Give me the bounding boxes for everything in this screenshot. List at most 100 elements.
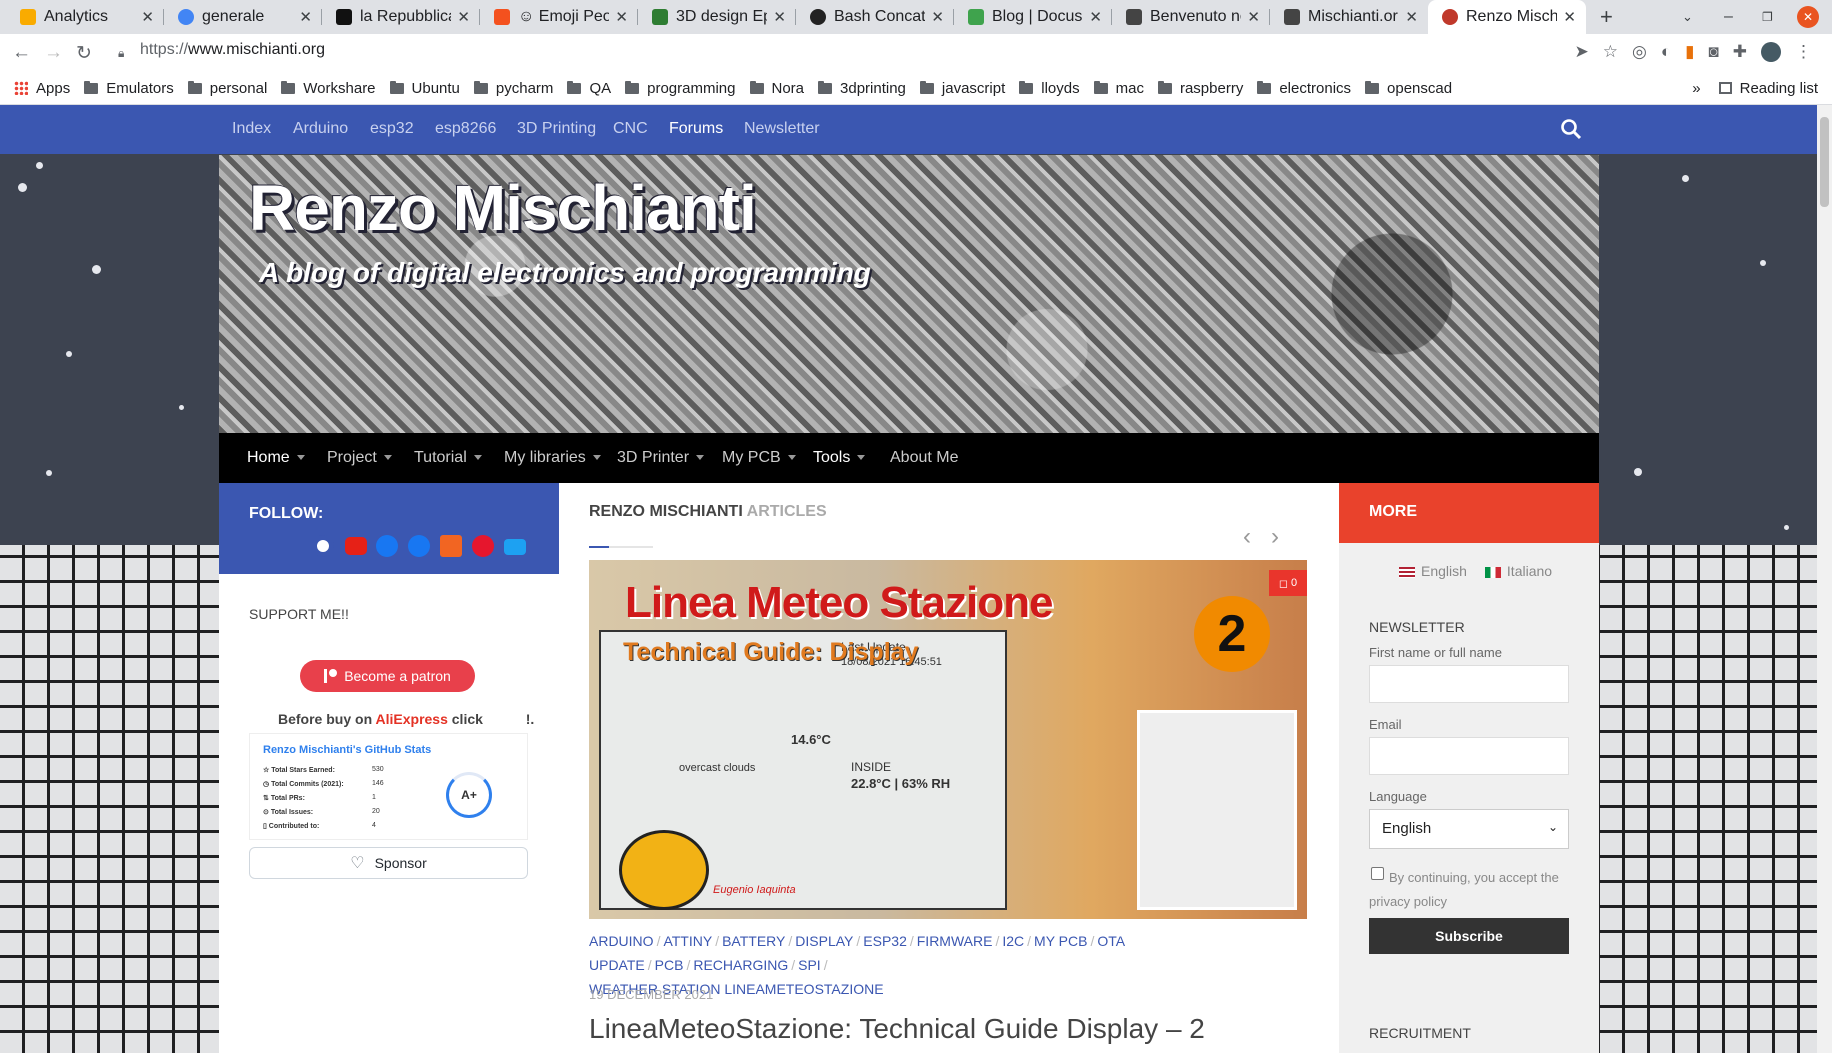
- become-patron-button[interactable]: Become a patron: [300, 660, 475, 692]
- tab-blog-docusaurus[interactable]: Blog | Docusa ✕: [954, 0, 1112, 34]
- tag-link[interactable]: DISPLAY: [795, 933, 853, 949]
- tab-bash[interactable]: Bash Concate ✕: [796, 0, 954, 34]
- close-icon[interactable]: ✕: [1247, 8, 1260, 26]
- bookmark-folder[interactable]: mac: [1093, 80, 1144, 97]
- reload-icon[interactable]: ↻: [76, 42, 92, 65]
- bookmark-folder[interactable]: personal: [187, 80, 267, 97]
- bookmark-folder[interactable]: electronics: [1257, 80, 1351, 97]
- back-icon[interactable]: ←: [12, 42, 31, 64]
- github-icon[interactable]: [312, 535, 334, 557]
- nav-tutorial[interactable]: Tutorial: [414, 449, 482, 467]
- forward-icon[interactable]: →: [44, 42, 63, 64]
- topnav-esp32[interactable]: esp32: [370, 120, 414, 138]
- rss-icon[interactable]: [440, 535, 462, 557]
- topnav-forums[interactable]: Forums: [669, 120, 723, 138]
- bookmark-apps[interactable]: Apps: [14, 80, 70, 97]
- lang-italiano[interactable]: Italiano: [1484, 563, 1552, 579]
- camera-icon[interactable]: ◙: [1708, 42, 1718, 62]
- close-icon[interactable]: ✕: [1405, 8, 1418, 26]
- nav-my-pcb[interactable]: My PCB: [722, 449, 796, 467]
- topnav-arduino[interactable]: Arduino: [293, 120, 348, 138]
- bookmark-folder[interactable]: QA: [567, 80, 611, 97]
- extension-icon[interactable]: ◎: [1632, 42, 1647, 62]
- scrollbar-thumb[interactable]: [1820, 117, 1829, 207]
- bookmark-folder[interactable]: javascript: [919, 80, 1005, 97]
- close-icon[interactable]: ✕: [773, 8, 786, 26]
- nav-tools[interactable]: Tools: [813, 449, 866, 467]
- tab-mischianti-org[interactable]: Mischianti.or ✕: [1270, 0, 1428, 34]
- weibo-icon[interactable]: [472, 535, 494, 557]
- tag-link[interactable]: ATTINY: [663, 933, 712, 949]
- comments-badge[interactable]: ◻ 0: [1269, 570, 1307, 596]
- send-icon[interactable]: ➤: [1574, 42, 1588, 62]
- tag-link[interactable]: MY PCB: [1034, 933, 1087, 949]
- aliexpress-link[interactable]: AliExpress: [376, 711, 448, 727]
- close-window-button[interactable]: ✕: [1797, 6, 1819, 28]
- close-icon[interactable]: ✕: [1563, 8, 1576, 26]
- bookmark-folder[interactable]: programming: [625, 80, 736, 97]
- tag-link[interactable]: ARDUINO: [589, 933, 654, 949]
- featured-image[interactable]: Last Update 18/08/2021 16:45:51 14.6°C o…: [589, 560, 1307, 919]
- email-field[interactable]: [1369, 737, 1569, 775]
- bookmark-folder[interactable]: Ubuntu: [389, 80, 460, 97]
- chevron-left-icon[interactable]: ‹: [1243, 523, 1251, 550]
- lang-english[interactable]: English: [1399, 563, 1467, 579]
- nav-home[interactable]: Home: [247, 449, 305, 467]
- bookmark-folder[interactable]: raspberry: [1157, 80, 1243, 97]
- tag-link[interactable]: RECHARGING: [693, 957, 788, 973]
- nav-project[interactable]: Project: [327, 449, 392, 467]
- bookmarks-overflow[interactable]: »: [1692, 80, 1700, 97]
- tag-link[interactable]: BATTERY: [722, 933, 785, 949]
- topnav-newsletter[interactable]: Newsletter: [744, 120, 820, 138]
- subscribe-button[interactable]: Subscribe: [1369, 918, 1569, 954]
- bookmark-folder[interactable]: Emulators: [84, 80, 174, 97]
- page-scrollbar[interactable]: [1817, 105, 1832, 1053]
- facebook-icon[interactable]: [408, 535, 430, 557]
- extension-icon[interactable]: ◐: [1661, 42, 1671, 62]
- bookmark-folder[interactable]: 3dprinting: [818, 80, 906, 97]
- maximize-button[interactable]: ❐: [1762, 0, 1773, 34]
- search-icon[interactable]: [1560, 118, 1582, 140]
- nav-my-libraries[interactable]: My libraries: [504, 449, 601, 467]
- tab-renzo-mischianti[interactable]: Renzo Mischi ✕: [1428, 0, 1586, 34]
- bookmark-folder[interactable]: openscad: [1365, 80, 1452, 97]
- tab-search-icon[interactable]: ⌄: [1682, 0, 1693, 34]
- sponsor-button[interactable]: ♡ Sponsor: [249, 847, 528, 879]
- tab-benvenuto[interactable]: Benvenuto ne ✕: [1112, 0, 1270, 34]
- topnav-cnc[interactable]: CNC: [613, 120, 648, 138]
- close-icon[interactable]: ✕: [299, 8, 312, 26]
- tag-link[interactable]: PCB: [655, 957, 684, 973]
- tag-link[interactable]: I2C: [1002, 933, 1024, 949]
- twitter-icon[interactable]: [504, 539, 526, 555]
- facebook-icon[interactable]: [376, 535, 398, 557]
- tag-link[interactable]: SPI: [798, 957, 821, 973]
- tab-emoji[interactable]: ☺ Emoji Peop✕: [480, 0, 638, 34]
- minimize-button[interactable]: –: [1724, 0, 1733, 34]
- tab-analytics[interactable]: Analytics ✕: [6, 0, 164, 34]
- name-field[interactable]: [1369, 665, 1569, 703]
- close-icon[interactable]: ✕: [457, 8, 470, 26]
- extension-icon[interactable]: ▮: [1685, 42, 1694, 62]
- reading-list[interactable]: Reading list: [1718, 80, 1818, 97]
- nav-about-me[interactable]: About Me: [890, 449, 958, 467]
- tag-link[interactable]: FIRMWARE: [917, 933, 993, 949]
- tab-repubblica[interactable]: la Repubblica ✕: [322, 0, 480, 34]
- bookmark-folder[interactable]: Nora: [749, 80, 804, 97]
- bookmark-star-icon[interactable]: ☆: [1603, 42, 1618, 62]
- bookmark-folder[interactable]: lloyds: [1019, 80, 1080, 97]
- bookmark-folder[interactable]: Workshare: [281, 80, 376, 97]
- bookmark-folder[interactable]: pycharm: [473, 80, 553, 97]
- menu-icon[interactable]: ⋮: [1795, 42, 1812, 62]
- tag-link[interactable]: ESP32: [863, 933, 907, 949]
- close-icon[interactable]: ✕: [141, 8, 154, 26]
- language-select[interactable]: English ⌄: [1369, 809, 1569, 849]
- topnav-3d-printing[interactable]: 3D Printing: [517, 120, 596, 138]
- close-icon[interactable]: ✕: [1089, 8, 1102, 26]
- close-icon[interactable]: ✕: [931, 8, 944, 26]
- chevron-right-icon[interactable]: ›: [1271, 523, 1279, 550]
- close-icon[interactable]: ✕: [615, 8, 628, 26]
- site-title[interactable]: Renzo Mischianti: [249, 171, 757, 245]
- post-title[interactable]: LineaMeteoStazione: Technical Guide Disp…: [589, 1013, 1205, 1045]
- topnav-esp8266[interactable]: esp8266: [435, 120, 496, 138]
- topnav-index[interactable]: Index: [232, 120, 271, 138]
